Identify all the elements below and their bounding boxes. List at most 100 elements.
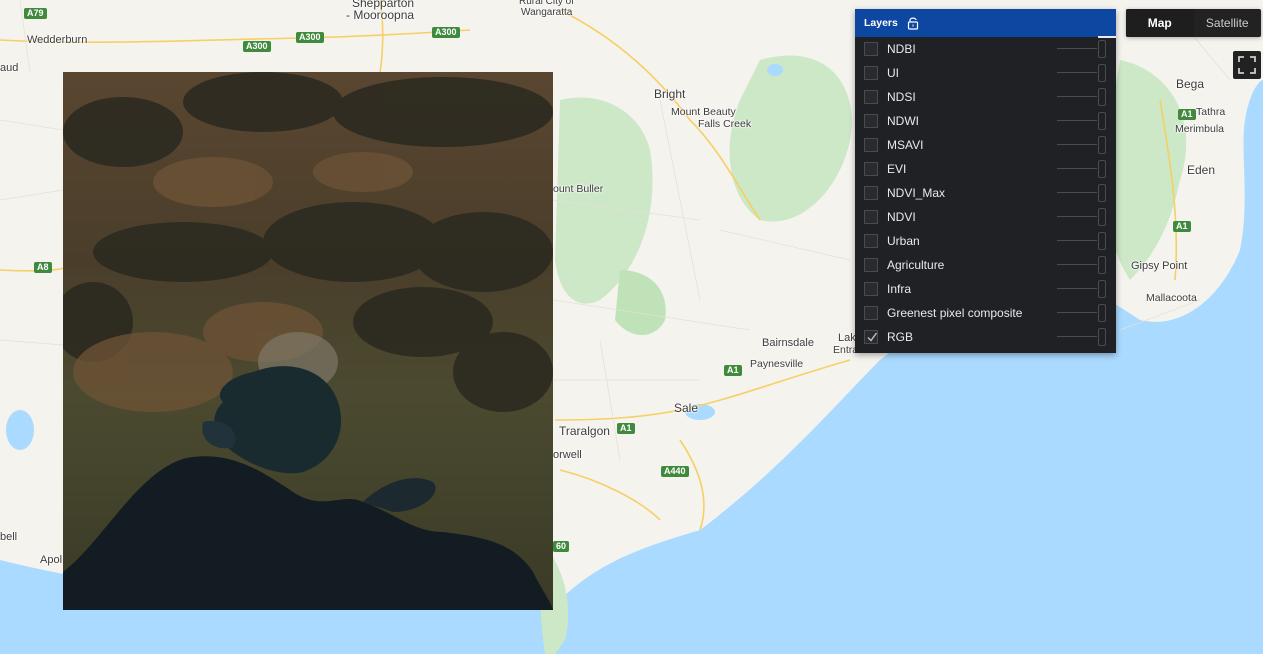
road-shield: A300 bbox=[243, 41, 271, 52]
place-label: Eden bbox=[1187, 163, 1216, 177]
layer-row: MSAVI bbox=[855, 133, 1116, 157]
opacity-slider-thumb[interactable] bbox=[1098, 136, 1106, 154]
layer-label: Infra bbox=[887, 282, 912, 296]
opacity-slider-track[interactable] bbox=[1057, 216, 1097, 217]
place-label: Falls Creek bbox=[698, 118, 752, 130]
place-label: Wangaratta bbox=[521, 7, 573, 18]
layer-label: Agriculture bbox=[887, 258, 945, 272]
road-shield: A1 bbox=[1173, 221, 1191, 232]
satellite-rgb-overlay bbox=[63, 72, 553, 610]
map-type-map-button[interactable]: Map bbox=[1126, 9, 1194, 37]
place-label: Tathra bbox=[1196, 106, 1226, 118]
map-type-control: Map Satellite bbox=[1126, 9, 1261, 37]
place-label: Gipsy Point bbox=[1131, 260, 1188, 272]
opacity-slider-track[interactable] bbox=[1057, 336, 1097, 337]
place-label: Merimbula bbox=[1175, 123, 1225, 135]
opacity-slider-track[interactable] bbox=[1057, 264, 1097, 265]
place-label: Bairnsdale bbox=[762, 337, 814, 349]
opacity-slider-track[interactable] bbox=[1057, 168, 1097, 169]
checkmark-icon bbox=[867, 332, 878, 342]
opacity-slider-track[interactable] bbox=[1057, 144, 1097, 145]
layer-checkbox[interactable] bbox=[864, 258, 878, 272]
opacity-slider-thumb[interactable] bbox=[1098, 184, 1106, 202]
place-label: Mallacoota bbox=[1146, 292, 1197, 304]
lock-icon[interactable] bbox=[907, 16, 919, 30]
place-label: Apol bbox=[40, 554, 63, 566]
opacity-slider-track[interactable] bbox=[1057, 48, 1097, 49]
place-label: Mount Beauty bbox=[671, 106, 736, 118]
opacity-slider-track[interactable] bbox=[1057, 288, 1097, 289]
opacity-slider-thumb[interactable] bbox=[1098, 160, 1106, 178]
layer-row: EVI bbox=[855, 157, 1116, 181]
road-shield: A440 bbox=[661, 466, 689, 477]
layer-checkbox[interactable] bbox=[864, 66, 878, 80]
road-shield: A79 bbox=[24, 8, 47, 19]
fullscreen-button[interactable] bbox=[1233, 51, 1261, 79]
place-label: Bega bbox=[1176, 77, 1205, 91]
layer-label: MSAVI bbox=[887, 138, 924, 152]
place-label: Paynesville bbox=[750, 358, 804, 370]
opacity-slider-track[interactable] bbox=[1057, 192, 1097, 193]
scroll-indicator bbox=[1098, 36, 1116, 38]
opacity-slider-thumb[interactable] bbox=[1098, 328, 1106, 346]
layer-checkbox[interactable] bbox=[864, 162, 878, 176]
place-label: Sale bbox=[674, 401, 699, 415]
opacity-slider-thumb[interactable] bbox=[1098, 112, 1106, 130]
opacity-slider-track[interactable] bbox=[1057, 312, 1097, 313]
road-shield: A1 bbox=[724, 365, 742, 376]
place-label: aud bbox=[0, 62, 19, 74]
road-shield: A8 bbox=[34, 262, 52, 273]
layer-checkbox[interactable] bbox=[864, 210, 878, 224]
layer-label: UI bbox=[887, 66, 899, 80]
opacity-slider-thumb[interactable] bbox=[1098, 208, 1106, 226]
layer-checkbox[interactable] bbox=[864, 186, 878, 200]
layer-label: NDVI_Max bbox=[887, 186, 946, 200]
opacity-slider-thumb[interactable] bbox=[1098, 88, 1106, 106]
layer-checkbox[interactable] bbox=[864, 330, 878, 344]
layer-row: Agriculture bbox=[855, 253, 1116, 277]
layer-checkbox[interactable] bbox=[864, 114, 878, 128]
road-shield: A1 bbox=[617, 423, 635, 434]
opacity-slider-track[interactable] bbox=[1057, 72, 1097, 73]
opacity-slider-thumb[interactable] bbox=[1098, 64, 1106, 82]
opacity-slider-track[interactable] bbox=[1057, 240, 1097, 241]
layer-checkbox[interactable] bbox=[864, 234, 878, 248]
layer-label: Greenest pixel composite bbox=[887, 306, 1023, 320]
opacity-slider-thumb[interactable] bbox=[1098, 232, 1106, 250]
place-label: bell bbox=[0, 531, 18, 543]
road-shield: 60 bbox=[553, 541, 570, 552]
place-label: Traralgon bbox=[559, 424, 610, 438]
opacity-slider-thumb[interactable] bbox=[1098, 280, 1106, 298]
layers-list: NDBI UI NDSI NDWI MSAVI EVI NDVI_Max NDVI Urban A… bbox=[855, 37, 1116, 349]
opacity-slider-track[interactable] bbox=[1057, 120, 1097, 121]
layer-checkbox[interactable] bbox=[864, 306, 878, 320]
layers-panel: Layers NDBI UI NDSI NDWI MSAVI EVI NDVI_Max NDV… bbox=[855, 9, 1116, 353]
layer-checkbox[interactable] bbox=[864, 138, 878, 152]
layer-label: NDVI bbox=[887, 210, 916, 224]
place-label: Lak bbox=[838, 332, 856, 344]
opacity-slider-thumb[interactable] bbox=[1098, 40, 1106, 58]
place-label: Wedderburn bbox=[27, 34, 88, 46]
layer-row: NDVI_Max bbox=[855, 181, 1116, 205]
opacity-slider-track[interactable] bbox=[1057, 96, 1097, 97]
layer-row: NDSI bbox=[855, 85, 1116, 109]
opacity-slider-thumb[interactable] bbox=[1098, 304, 1106, 322]
layer-label: EVI bbox=[887, 162, 907, 176]
layer-row: Greenest pixel composite bbox=[855, 301, 1116, 325]
layer-label: NDBI bbox=[887, 42, 916, 56]
layer-row: Infra bbox=[855, 277, 1116, 301]
layer-checkbox[interactable] bbox=[864, 90, 878, 104]
layers-panel-title: Layers bbox=[864, 17, 898, 29]
place-label: orwell bbox=[553, 449, 582, 461]
place-label: Bright bbox=[654, 87, 686, 101]
layer-row: NDVI bbox=[855, 205, 1116, 229]
road-shield: A300 bbox=[296, 32, 324, 43]
layer-checkbox[interactable] bbox=[864, 282, 878, 296]
place-label: - Mooroopna bbox=[346, 8, 415, 22]
opacity-slider-thumb[interactable] bbox=[1098, 256, 1106, 274]
layer-label: NDSI bbox=[887, 90, 916, 104]
layer-row: Urban bbox=[855, 229, 1116, 253]
layer-row: NDWI bbox=[855, 109, 1116, 133]
map-type-satellite-button[interactable]: Satellite bbox=[1194, 9, 1262, 37]
layer-checkbox[interactable] bbox=[864, 42, 878, 56]
